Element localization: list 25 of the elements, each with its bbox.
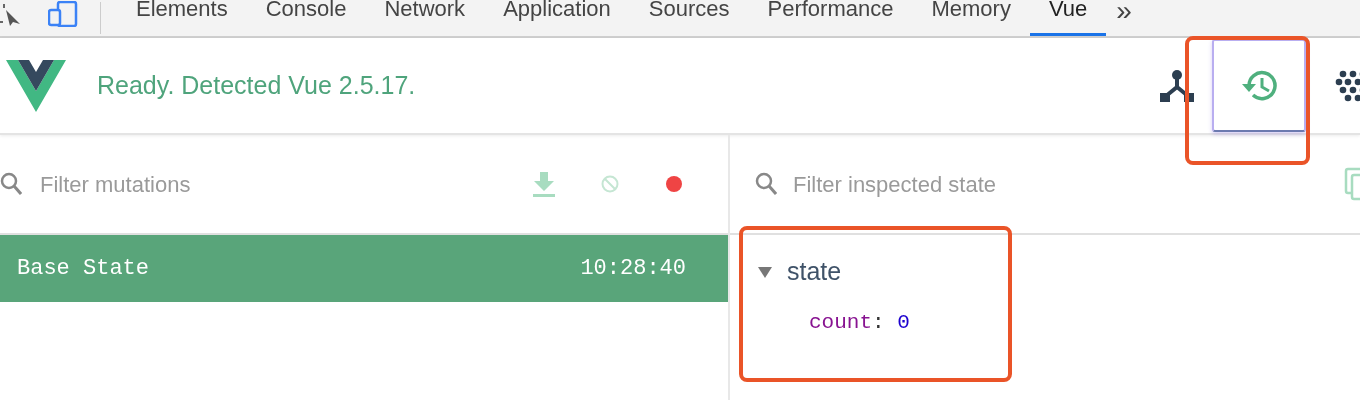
devtools-tab[interactable]: Vue xyxy=(1029,0,1107,36)
record-icon[interactable] xyxy=(665,175,683,193)
devtools-tab[interactable]: Memory xyxy=(912,0,1030,36)
filter-state-field[interactable]: Filter inspected state xyxy=(793,167,1293,201)
vue-status-text: Ready. Detected Vue 2.5.17. xyxy=(97,69,416,101)
devtools-tab[interactable]: Sources xyxy=(629,0,749,36)
filter-mutations-field[interactable]: Filter mutations xyxy=(40,167,480,201)
expand-arrow-icon[interactable] xyxy=(757,264,773,279)
devtools-tab[interactable]: Elements xyxy=(117,0,247,36)
vue-logo xyxy=(6,59,66,112)
devtools-tab[interactable]: Network xyxy=(365,0,485,36)
state-section-label: state xyxy=(787,256,842,287)
dots-icon xyxy=(1335,68,1360,103)
tree-icon xyxy=(1158,67,1196,104)
mutation-time: 10:28:40 xyxy=(580,255,687,283)
devtools-tab[interactable]: Console xyxy=(246,0,366,36)
search-icon xyxy=(0,172,22,196)
search-icon xyxy=(755,172,777,196)
inspect-cursor-icon[interactable] xyxy=(0,2,22,26)
mutation-name: Base State xyxy=(17,255,150,283)
devtools-tab[interactable]: Application xyxy=(484,0,630,36)
devtools-tab[interactable]: Performance xyxy=(748,0,913,36)
more-tabs-button[interactable]: » xyxy=(1116,0,1132,36)
state-property: count: 0 xyxy=(809,309,911,336)
device-toolbar-icon[interactable] xyxy=(48,1,78,27)
